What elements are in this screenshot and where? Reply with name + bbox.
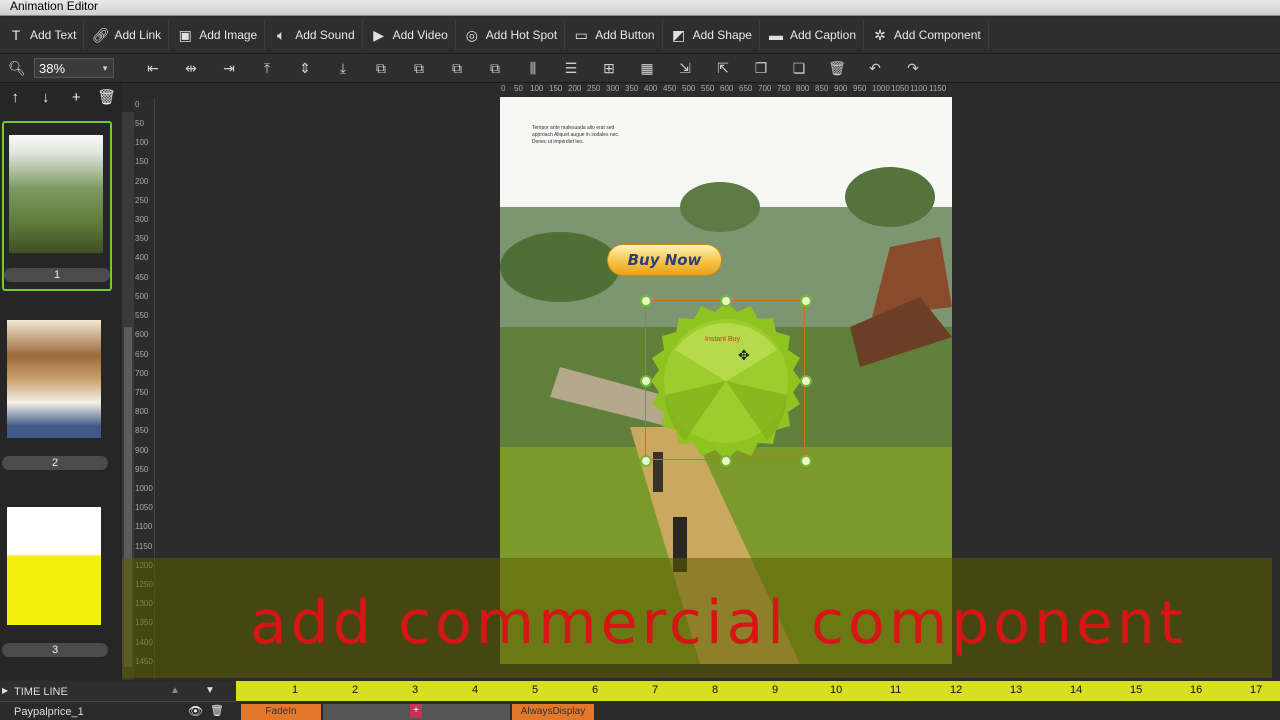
resize-handle-bl[interactable] bbox=[640, 455, 652, 467]
zoom-select[interactable]: 38% ▼ bbox=[34, 58, 114, 78]
add-text-button[interactable]: T Add Text bbox=[0, 20, 85, 50]
add-button-button[interactable]: ▭ Add Button bbox=[565, 20, 663, 50]
align-left-icon[interactable]: ⇤ bbox=[134, 60, 172, 77]
fade-in-block[interactable]: FadeIn bbox=[241, 704, 321, 720]
timeline-title: TIME LINE bbox=[14, 686, 68, 698]
add-image-button[interactable]: ▣ Add Image bbox=[169, 20, 266, 50]
timeline-row[interactable]: Paypalprice_1 👁︎ 🗑︎ FadeIn + AlwaysDispl… bbox=[0, 703, 1280, 720]
page-panel: ↑ ↓ + 🗑︎ 1 2 3 bbox=[0, 83, 122, 680]
page-thumbnail[interactable]: 3 bbox=[2, 505, 112, 665]
row-name: Paypalprice_1 bbox=[14, 706, 84, 718]
align-top-icon[interactable]: ⤒ bbox=[248, 60, 286, 77]
move-down-icon[interactable]: ↓ bbox=[31, 89, 62, 106]
page-thumbnail[interactable]: 2 bbox=[2, 318, 112, 478]
add-sound-button[interactable]: 🔈︎ Add Sound bbox=[265, 20, 363, 50]
resize-handle-tr[interactable] bbox=[800, 295, 812, 307]
button-icon: ▭ bbox=[574, 26, 588, 43]
video-caption: add commercial component bbox=[250, 588, 1187, 658]
link-icon: 🔗︎ bbox=[91, 26, 110, 43]
text-icon: T bbox=[11, 27, 21, 43]
add-video-button[interactable]: ▶ Add Video bbox=[363, 20, 456, 50]
timeline-ruler[interactable]: 1 2 3 4 5 6 7 8 9 10 11 12 13 14 15 16 1… bbox=[236, 681, 1280, 701]
paste-icon[interactable]: ❏ bbox=[780, 60, 818, 77]
always-display-block[interactable]: AlwaysDisplay bbox=[512, 704, 594, 720]
eye-icon[interactable]: 👁︎ bbox=[188, 704, 203, 718]
move-up-icon[interactable]: ↑ bbox=[0, 89, 31, 106]
resize-handle-tc[interactable] bbox=[720, 295, 732, 307]
add-caption-button[interactable]: ▬ Add Caption bbox=[760, 20, 865, 50]
page-number: 3 bbox=[2, 643, 108, 657]
delete-icon[interactable]: 🗑︎ bbox=[818, 60, 856, 77]
chevron-down-icon: ▼ bbox=[101, 64, 109, 73]
page-text-block[interactable]: Tempor ante malesuada alio erat sed appr… bbox=[532, 125, 622, 146]
shape-icon: ◩ bbox=[671, 26, 686, 43]
puzzle-icon: ✲ bbox=[874, 26, 886, 43]
add-page-icon[interactable]: + bbox=[61, 89, 92, 106]
resize-handle-br[interactable] bbox=[800, 455, 812, 467]
insert-toolbar: T Add Text 🔗︎ Add Link ▣ Add Image 🔈︎ Add So… bbox=[0, 17, 1280, 54]
timeline-header: ▶ TIME LINE ▲ ▼ bbox=[0, 681, 236, 702]
fit-height-icon[interactable]: ⇱ bbox=[704, 60, 742, 77]
horizontal-ruler: 0 50 100 150 200 250 300 350 400 450 500… bbox=[500, 83, 952, 97]
bring-front-icon[interactable]: ⧉ bbox=[362, 60, 400, 77]
send-back-icon[interactable]: ⧉ bbox=[476, 60, 514, 77]
add-link-button[interactable]: 🔗︎ Add Link bbox=[84, 20, 170, 50]
align-toolbar: 🔍︎ 38% ▼ ⇤ ⇹ ⇥ ⤒ ⇕ ⤓ ⧉ ⧉ ⧉ ⧉ ⫼ ☰ ⊞ ▦ ⇲ ⇱ … bbox=[0, 54, 1280, 83]
align-bottom-icon[interactable]: ⤓ bbox=[324, 60, 362, 77]
thumbnail-image bbox=[9, 135, 103, 253]
add-shape-button[interactable]: ◩ Add Shape bbox=[663, 20, 760, 50]
play-icon[interactable]: ▶ bbox=[2, 686, 8, 695]
zoom-icon: 🔍︎ bbox=[8, 59, 26, 76]
bring-forward-icon[interactable]: ⧉ bbox=[400, 60, 438, 77]
hotspot-icon: ◎ bbox=[465, 26, 478, 43]
video-icon: ▶ bbox=[373, 26, 385, 43]
add-keyframe-icon[interactable]: + bbox=[410, 704, 422, 718]
speaker-icon: 🔈︎ bbox=[277, 26, 286, 43]
window-title: Animation Editor bbox=[0, 0, 1280, 16]
resize-handle-mr[interactable] bbox=[800, 375, 812, 387]
distribute-vertical-icon[interactable]: ☰ bbox=[552, 60, 590, 77]
align-right-icon[interactable]: ⇥ bbox=[210, 60, 248, 77]
send-backward-icon[interactable]: ⧉ bbox=[438, 60, 476, 77]
redo-icon[interactable]: ↷ bbox=[894, 60, 932, 77]
collapse-icon[interactable]: ▲ bbox=[170, 685, 180, 696]
caption-icon: ▬ bbox=[768, 27, 783, 43]
thumbnail-image bbox=[7, 320, 101, 438]
timeline-panel: ▶ TIME LINE ▲ ▼ 1 2 3 4 5 6 7 8 9 10 11 … bbox=[0, 681, 1280, 720]
chevron-down-icon[interactable]: ▼ bbox=[205, 685, 215, 696]
delete-page-icon[interactable]: 🗑︎ bbox=[92, 88, 123, 106]
add-component-button[interactable]: ✲ Add Component bbox=[864, 20, 989, 50]
image-icon: ▣ bbox=[178, 26, 192, 43]
align-center-icon[interactable]: ⇹ bbox=[172, 60, 210, 77]
undo-icon[interactable]: ↶ bbox=[856, 60, 894, 77]
add-hot-spot-button[interactable]: ◎ Add Hot Spot bbox=[456, 20, 566, 50]
copy-icon[interactable]: ❐ bbox=[742, 60, 780, 77]
fit-width-icon[interactable]: ⇲ bbox=[666, 60, 704, 77]
page-number: 1 bbox=[4, 268, 110, 282]
resize-handle-bc[interactable] bbox=[720, 455, 732, 467]
thumbnail-image bbox=[7, 507, 101, 625]
buy-now-button[interactable]: Buy Now bbox=[607, 244, 722, 276]
resize-handle-ml[interactable] bbox=[640, 375, 652, 387]
distribute-horizontal-icon[interactable]: ⫼ bbox=[514, 60, 552, 77]
page-number: 2 bbox=[2, 456, 108, 470]
page-thumbnail[interactable]: 1 bbox=[2, 121, 112, 291]
trash-icon[interactable]: 🗑︎ bbox=[210, 704, 224, 717]
resize-handle-tl[interactable] bbox=[640, 295, 652, 307]
grid-icon[interactable]: ▦ bbox=[628, 60, 666, 77]
selection-box bbox=[645, 300, 805, 460]
same-size-icon[interactable]: ⊞ bbox=[590, 60, 628, 77]
align-middle-icon[interactable]: ⇕ bbox=[286, 60, 324, 77]
move-cursor-icon: ✥ bbox=[738, 347, 750, 363]
